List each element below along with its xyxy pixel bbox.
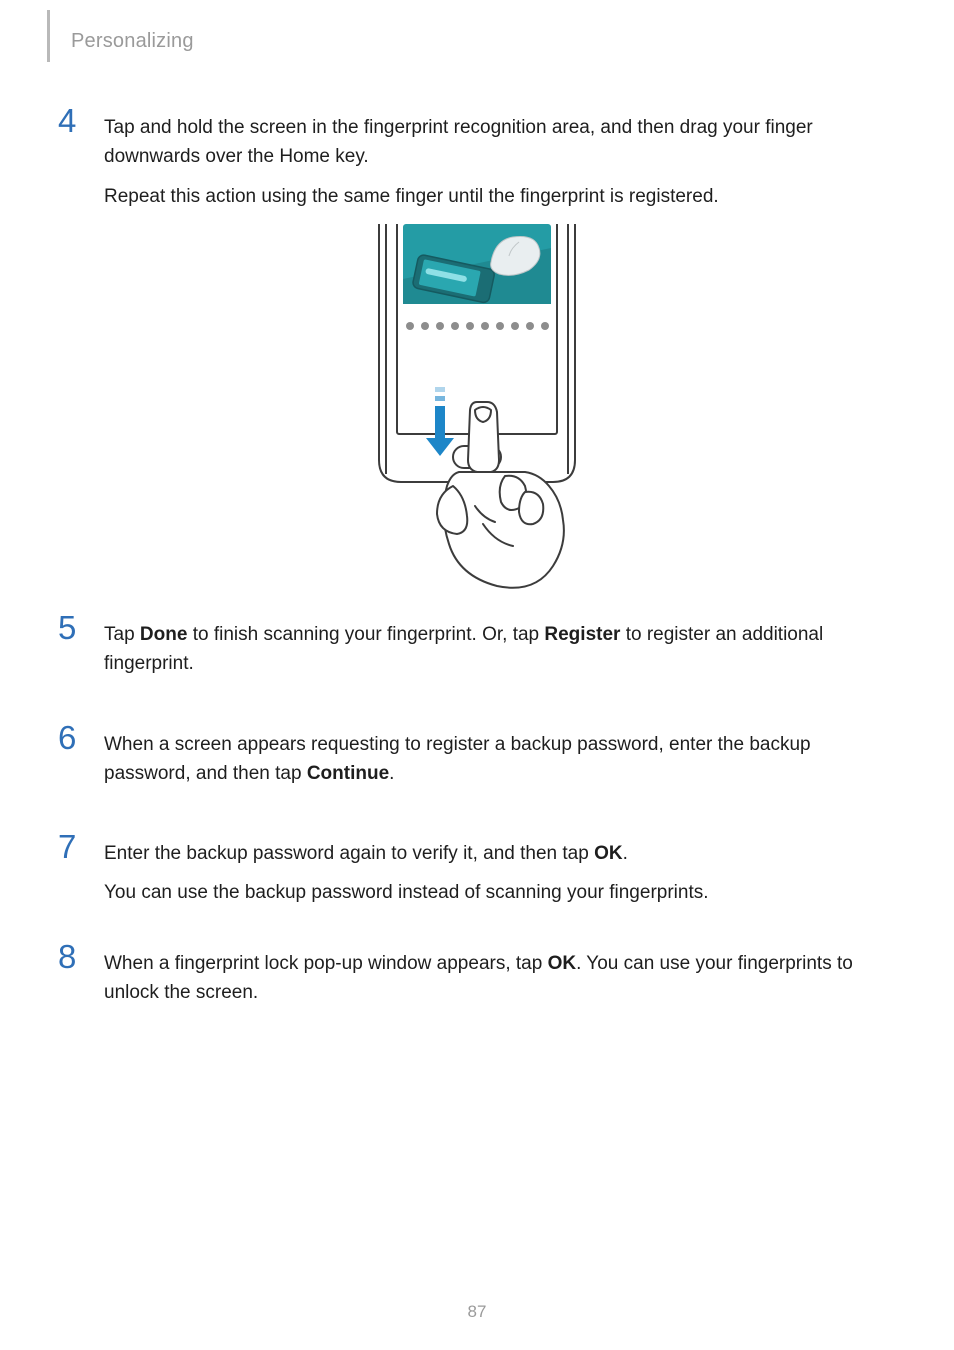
step-4-text-1: Tap and hold the screen in the fingerpri… <box>104 113 894 172</box>
text: . <box>623 843 628 864</box>
step-body: When a screen appears requesting to regi… <box>104 730 894 789</box>
document-page: Personalizing 4 Tap and hold the screen … <box>0 0 954 1350</box>
step-body: When a fingerprint lock pop-up window ap… <box>104 949 894 1008</box>
text: . <box>389 763 394 784</box>
step-4: 4 Tap and hold the screen in the fingerp… <box>58 113 894 221</box>
step-7: 7 Enter the backup password again to ver… <box>58 839 894 918</box>
step-number: 6 <box>58 721 92 754</box>
header-rule <box>47 10 50 62</box>
down-arrow-icon <box>426 387 454 456</box>
bold-ok: OK <box>594 843 623 864</box>
step-5: 5 Tap Done to finish scanning your finge… <box>58 620 894 689</box>
text: to finish scanning your fingerprint. Or,… <box>187 624 544 645</box>
step-body: Tap Done to finish scanning your fingerp… <box>104 620 894 679</box>
step-7-text-2: You can use the backup password instead … <box>104 878 894 907</box>
text: Tap <box>104 624 140 645</box>
progress-dots <box>406 322 549 330</box>
page-number: 87 <box>0 1302 954 1322</box>
step-number: 7 <box>58 830 92 863</box>
step-7-text-1: Enter the backup password again to verif… <box>104 839 894 868</box>
text: When a fingerprint lock pop-up window ap… <box>104 953 548 974</box>
step-6: 6 When a screen appears requesting to re… <box>58 730 894 799</box>
step-4-text-2: Repeat this action using the same finger… <box>104 182 894 211</box>
fingerprint-swipe-illustration <box>367 224 587 594</box>
text: When a screen appears requesting to regi… <box>104 734 811 784</box>
step-body: Tap and hold the screen in the fingerpri… <box>104 113 894 211</box>
bold-register: Register <box>544 624 620 645</box>
step-number: 8 <box>58 940 92 973</box>
text: Enter the backup password again to verif… <box>104 843 594 864</box>
bold-continue: Continue <box>307 763 389 784</box>
section-title: Personalizing <box>71 30 194 53</box>
step-body: Enter the backup password again to verif… <box>104 839 894 908</box>
step-6-text: When a screen appears requesting to regi… <box>104 730 894 789</box>
bold-ok: OK <box>548 953 577 974</box>
step-5-text: Tap Done to finish scanning your fingerp… <box>104 620 894 679</box>
step-number: 5 <box>58 611 92 644</box>
bold-done: Done <box>140 624 188 645</box>
step-8: 8 When a fingerprint lock pop-up window … <box>58 949 894 1018</box>
step-number: 4 <box>58 104 92 137</box>
step-8-text: When a fingerprint lock pop-up window ap… <box>104 949 894 1008</box>
